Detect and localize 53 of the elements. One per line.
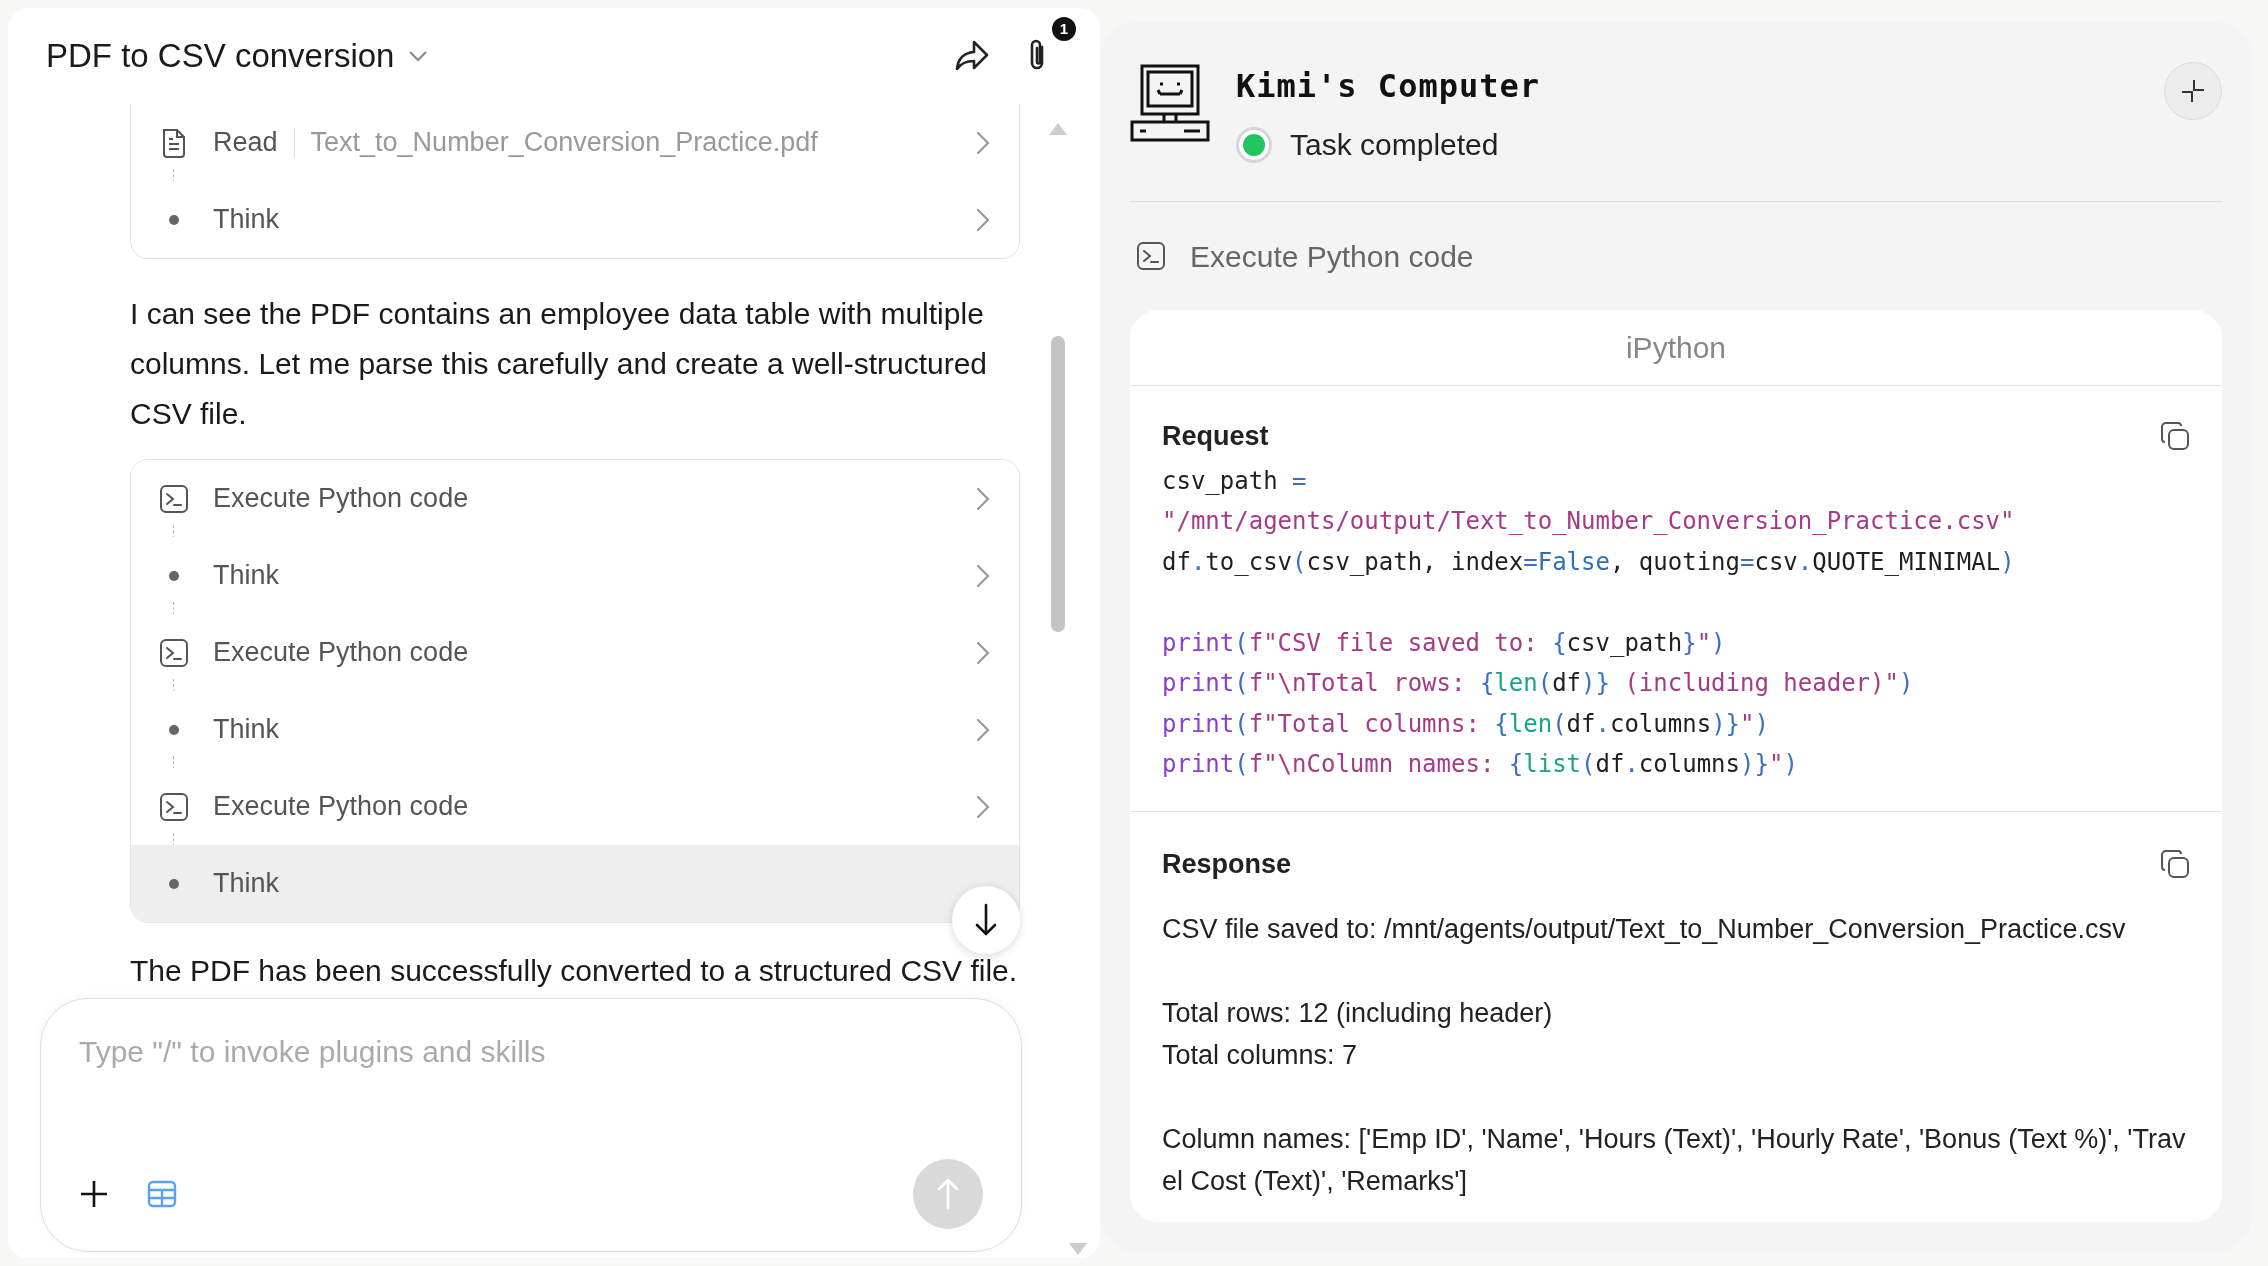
output-line: Total rows: 12 (including header) [1162, 997, 1554, 1030]
chevron-right-icon [975, 562, 991, 589]
scroll-down-button[interactable] [952, 886, 1020, 954]
collapse-icon [2180, 78, 2206, 104]
step-item[interactable]: Think [131, 845, 1019, 922]
bullet-icon [169, 724, 179, 735]
output-line: Column names: ['Emp ID', 'Name', 'Hours (Text)', 'Hourly Rate', 'Bonus (Text %)', 'Travel Cost (Text)', 'Remarks'] [1162, 1123, 2187, 1198]
step-item[interactable]: Think [131, 181, 1019, 258]
plus-icon[interactable] [79, 1179, 109, 1209]
chevron-right-icon [975, 793, 991, 820]
chevron-right-icon [975, 129, 991, 156]
document-icon [160, 126, 188, 159]
bullet-icon [169, 878, 179, 889]
code-line: df.to_csv(csv_path, index=False, quoting=csv.QUOTE_MINIMAL) [1162, 546, 2016, 578]
message-input[interactable]: Type "/" to invoke plugins and skills [40, 998, 1022, 1252]
bullet-icon [169, 570, 179, 581]
section-heading: Response [1162, 847, 1292, 881]
status-text: Task completed [1290, 127, 1499, 163]
chevron-down-icon[interactable] [408, 50, 429, 62]
code-line: csv_path = [1162, 465, 1308, 497]
share-icon[interactable] [954, 39, 990, 73]
output-line: Total columns: 7 [1162, 1039, 1359, 1072]
code-line: print(f"\nTotal rows: {len(df)} (including header)") [1162, 668, 1915, 699]
chevron-right-icon [975, 485, 991, 512]
arrow-up-icon [937, 1178, 959, 1210]
ipython-tab[interactable]: iPython [1625, 325, 1727, 370]
prompt-field[interactable]: Type "/" to invoke plugins and skills [79, 1029, 983, 1074]
chat-title: PDF to CSV conversion [46, 36, 395, 77]
code-line: "/mnt/agents/output/Text_to_Number_Conversion_Practice.csv" [1162, 506, 2016, 537]
chevron-right-icon [975, 639, 991, 666]
bullet-icon [169, 214, 179, 225]
attachment-badge: 1 [1052, 17, 1076, 41]
output-line: CSV file saved to: /mnt/agents/output/Text_to_Number_Conversion_Practice.csv [1162, 913, 2127, 946]
chevron-right-icon [975, 716, 991, 743]
computer-icon [1130, 62, 1210, 142]
code-line: print(f"CSV file saved to: {csv_path}") [1162, 627, 1727, 659]
tool-name: Execute Python code [1190, 238, 1474, 275]
scrollbar-thumb[interactable] [1051, 336, 1065, 632]
terminal-icon [159, 483, 189, 514]
copy-icon[interactable] [2160, 421, 2190, 452]
panel-title: Kimi's Computer [1236, 66, 1540, 107]
chevron-right-icon [975, 206, 991, 233]
table-icon[interactable] [147, 1180, 177, 1208]
code-line: print(f"Total columns: {len(df.columns)}") [1162, 708, 1770, 740]
terminal-icon [159, 791, 189, 822]
copy-icon[interactable] [2160, 848, 2190, 879]
terminal-icon [1136, 241, 1166, 271]
assistant-message: The PDF has been successfully converted to a structured CSV file. [130, 953, 1019, 989]
arrow-down-icon [975, 903, 997, 937]
assistant-message: I can see the PDF contains an employee data table with multiple columns. Let me parse this carefully and create a well-structured CSV file. [130, 296, 989, 432]
section-heading: Request [1162, 420, 1269, 453]
code-line: print(f"\nColumn names: {list(df.columns)}") [1162, 749, 1799, 780]
terminal-icon [159, 637, 189, 668]
